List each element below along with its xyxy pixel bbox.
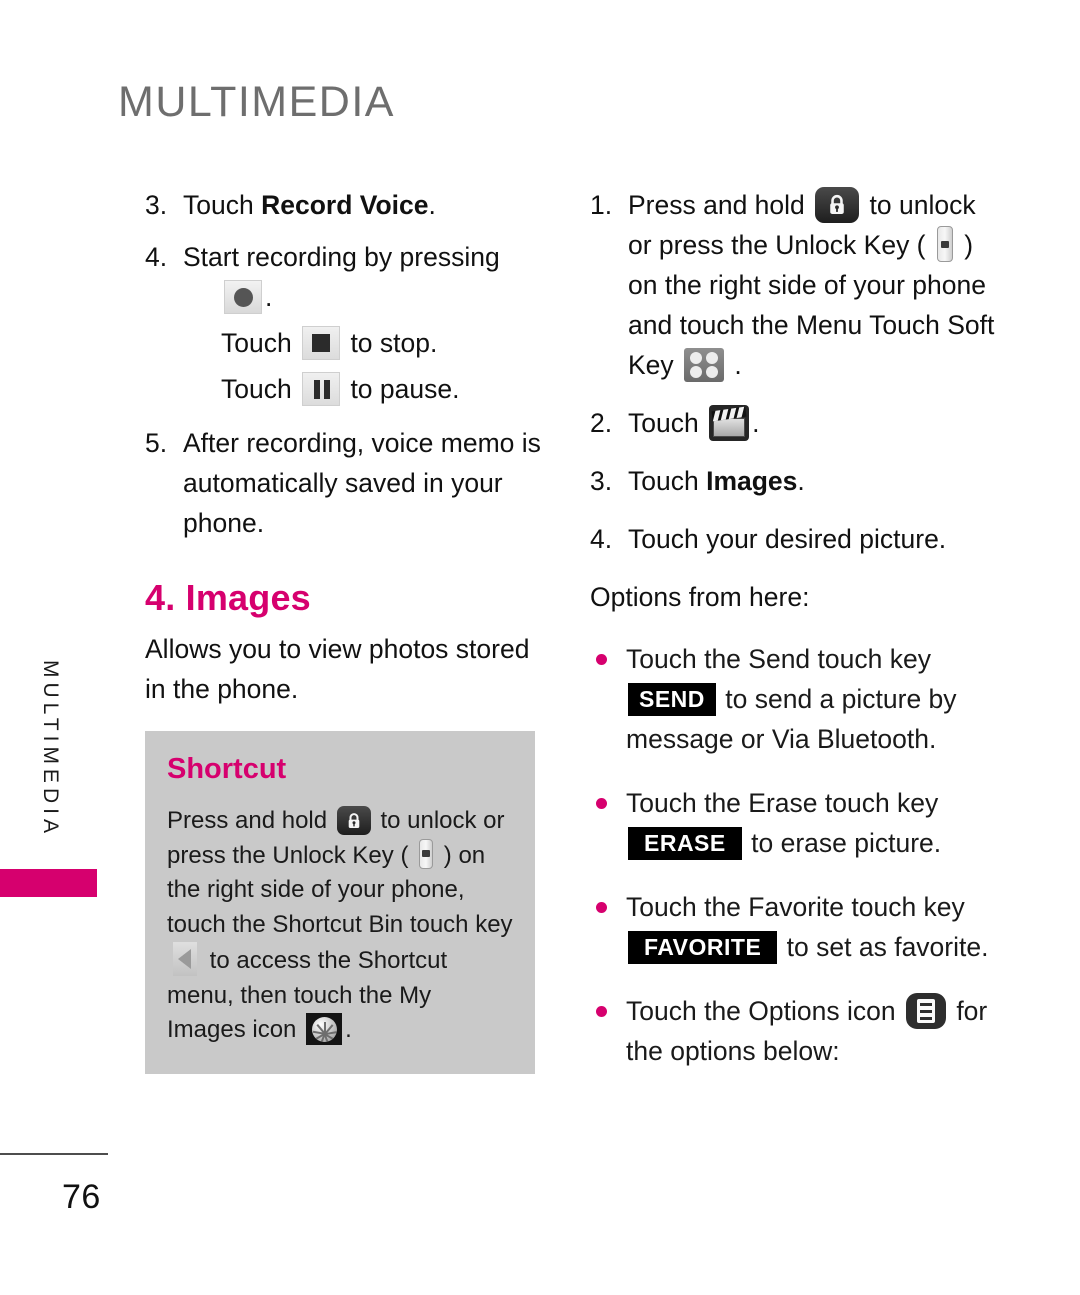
stop-icon[interactable] [302,326,341,360]
list-item: Touch the Options icon for the options b… [590,991,1000,1071]
step3-text-bold: Images [706,466,798,496]
step-text-bold: Record Voice [261,190,429,220]
shortcut-bin-arrow-icon[interactable] [173,942,197,976]
stop-text-after: to stop. [343,328,438,358]
erase-touch-key[interactable]: ERASE [628,827,742,860]
right-column: 1. Press and hold to unlock or press the … [590,185,1000,1095]
list-item: Touch the Favorite touch key FAVORITE to… [590,887,1000,967]
clapperboard-icon[interactable] [709,405,750,441]
step-2-touch-clapper: 2. Touch . [590,403,1000,443]
bullet-dot-icon [596,1006,607,1017]
bullet-dot-icon [596,654,607,665]
bullet-text-after: to erase picture. [743,828,942,858]
options-lead-text: Options from here: [590,582,810,612]
shortcut-body: Press and hold to unlock or press the Un… [167,804,513,1048]
step-number: 5. [145,428,168,458]
bullet-dot-icon [596,902,607,913]
step-1-unlock: 1. Press and hold to unlock or press the … [590,185,1000,385]
pause-text-after: to pause. [343,374,460,404]
pause-text-before: Touch [221,374,300,404]
step2-text-after: . [752,408,760,438]
stop-text-before: Touch [221,328,300,358]
step2-text-before: Touch [628,408,707,438]
favorite-touch-key[interactable]: FAVORITE [628,931,778,964]
bullet-text-after: to set as favorite. [779,932,989,962]
side-tab-accent-bar [0,869,97,897]
list-item: Touch the Send touch key SEND to send a … [590,639,1000,759]
step-text-tail: . [428,190,436,220]
step-text: After recording, voice memo is automatic… [183,428,541,538]
step3-text-before: Touch [628,466,707,496]
menu-soft-key-icon[interactable] [684,348,725,382]
my-images-icon[interactable] [306,1013,343,1045]
manual-page: MULTIMEDIA MULTIMEDIA 76 3. Touch Record … [0,0,1080,1295]
step1-text-1: Press and hold [628,190,813,220]
footer-rule [0,1153,108,1155]
step-number: 1. [590,190,613,220]
step3-text-after: . [797,466,805,496]
unlock-key-icon[interactable] [419,838,434,869]
send-touch-key[interactable]: SEND [628,683,716,716]
shortcut-title: Shortcut [167,753,287,785]
step1-text-4: . [727,350,742,380]
record-icon[interactable] [224,280,262,314]
step-number: 4. [590,524,613,554]
side-tab: MULTIMEDIA [0,660,97,897]
pause-line: Touch to pause. [183,369,545,409]
step-text: Start recording by pressing [183,242,500,272]
step-number: 2. [590,408,613,438]
bullet-text-before: Touch the Options icon [626,996,903,1026]
shortcut-callout-box: Shortcut Press and hold to unlock or pre… [145,731,535,1074]
section-heading-images: 4. Images [145,577,311,618]
record-line-period: . [265,282,273,312]
page-number: 76 [62,1178,101,1216]
step4-text: Touch your desired picture. [628,524,947,554]
pause-icon[interactable] [302,372,341,406]
step-4-touch-picture: 4. Touch your desired picture. [590,519,1000,559]
step-number: 3. [145,190,168,220]
list-item: Touch the Erase touch key ERASE to erase… [590,783,1000,863]
section-intro-text: Allows you to view photos stored in the … [145,634,530,704]
step-text: Touch [183,190,262,220]
page-title: MULTIMEDIA [118,78,395,126]
step-3-record-voice: 3. Touch Record Voice. [145,185,545,225]
stop-line: Touch to stop. [183,323,545,363]
left-column: 3. Touch Record Voice. 4. Start recording … [145,185,545,1074]
bullet-text-before: Touch the Erase touch key [626,788,939,818]
shortcut-text-5: . [345,1016,352,1043]
bullet-text-before: Touch the Send touch key [626,644,931,674]
bullet-text-before: Touch the Favorite touch key [626,892,965,922]
lock-icon[interactable] [815,187,860,223]
bullet-dot-icon [596,798,607,809]
step-number: 3. [590,466,613,496]
lock-icon[interactable] [336,806,371,835]
options-icon[interactable] [905,993,946,1029]
record-icon-line: . [183,277,545,317]
unlock-key-icon[interactable] [936,226,953,262]
step-4-start-recording: 4. Start recording by pressing . Touch to… [145,237,545,409]
shortcut-text-1: Press and hold [167,807,334,834]
step-3-touch-images: 3. Touch Images. [590,461,1000,501]
side-tab-label: MULTIMEDIA [39,660,62,838]
step-5-auto-save: 5. After recording, voice memo is automat… [145,423,545,543]
step-number: 4. [145,242,168,272]
